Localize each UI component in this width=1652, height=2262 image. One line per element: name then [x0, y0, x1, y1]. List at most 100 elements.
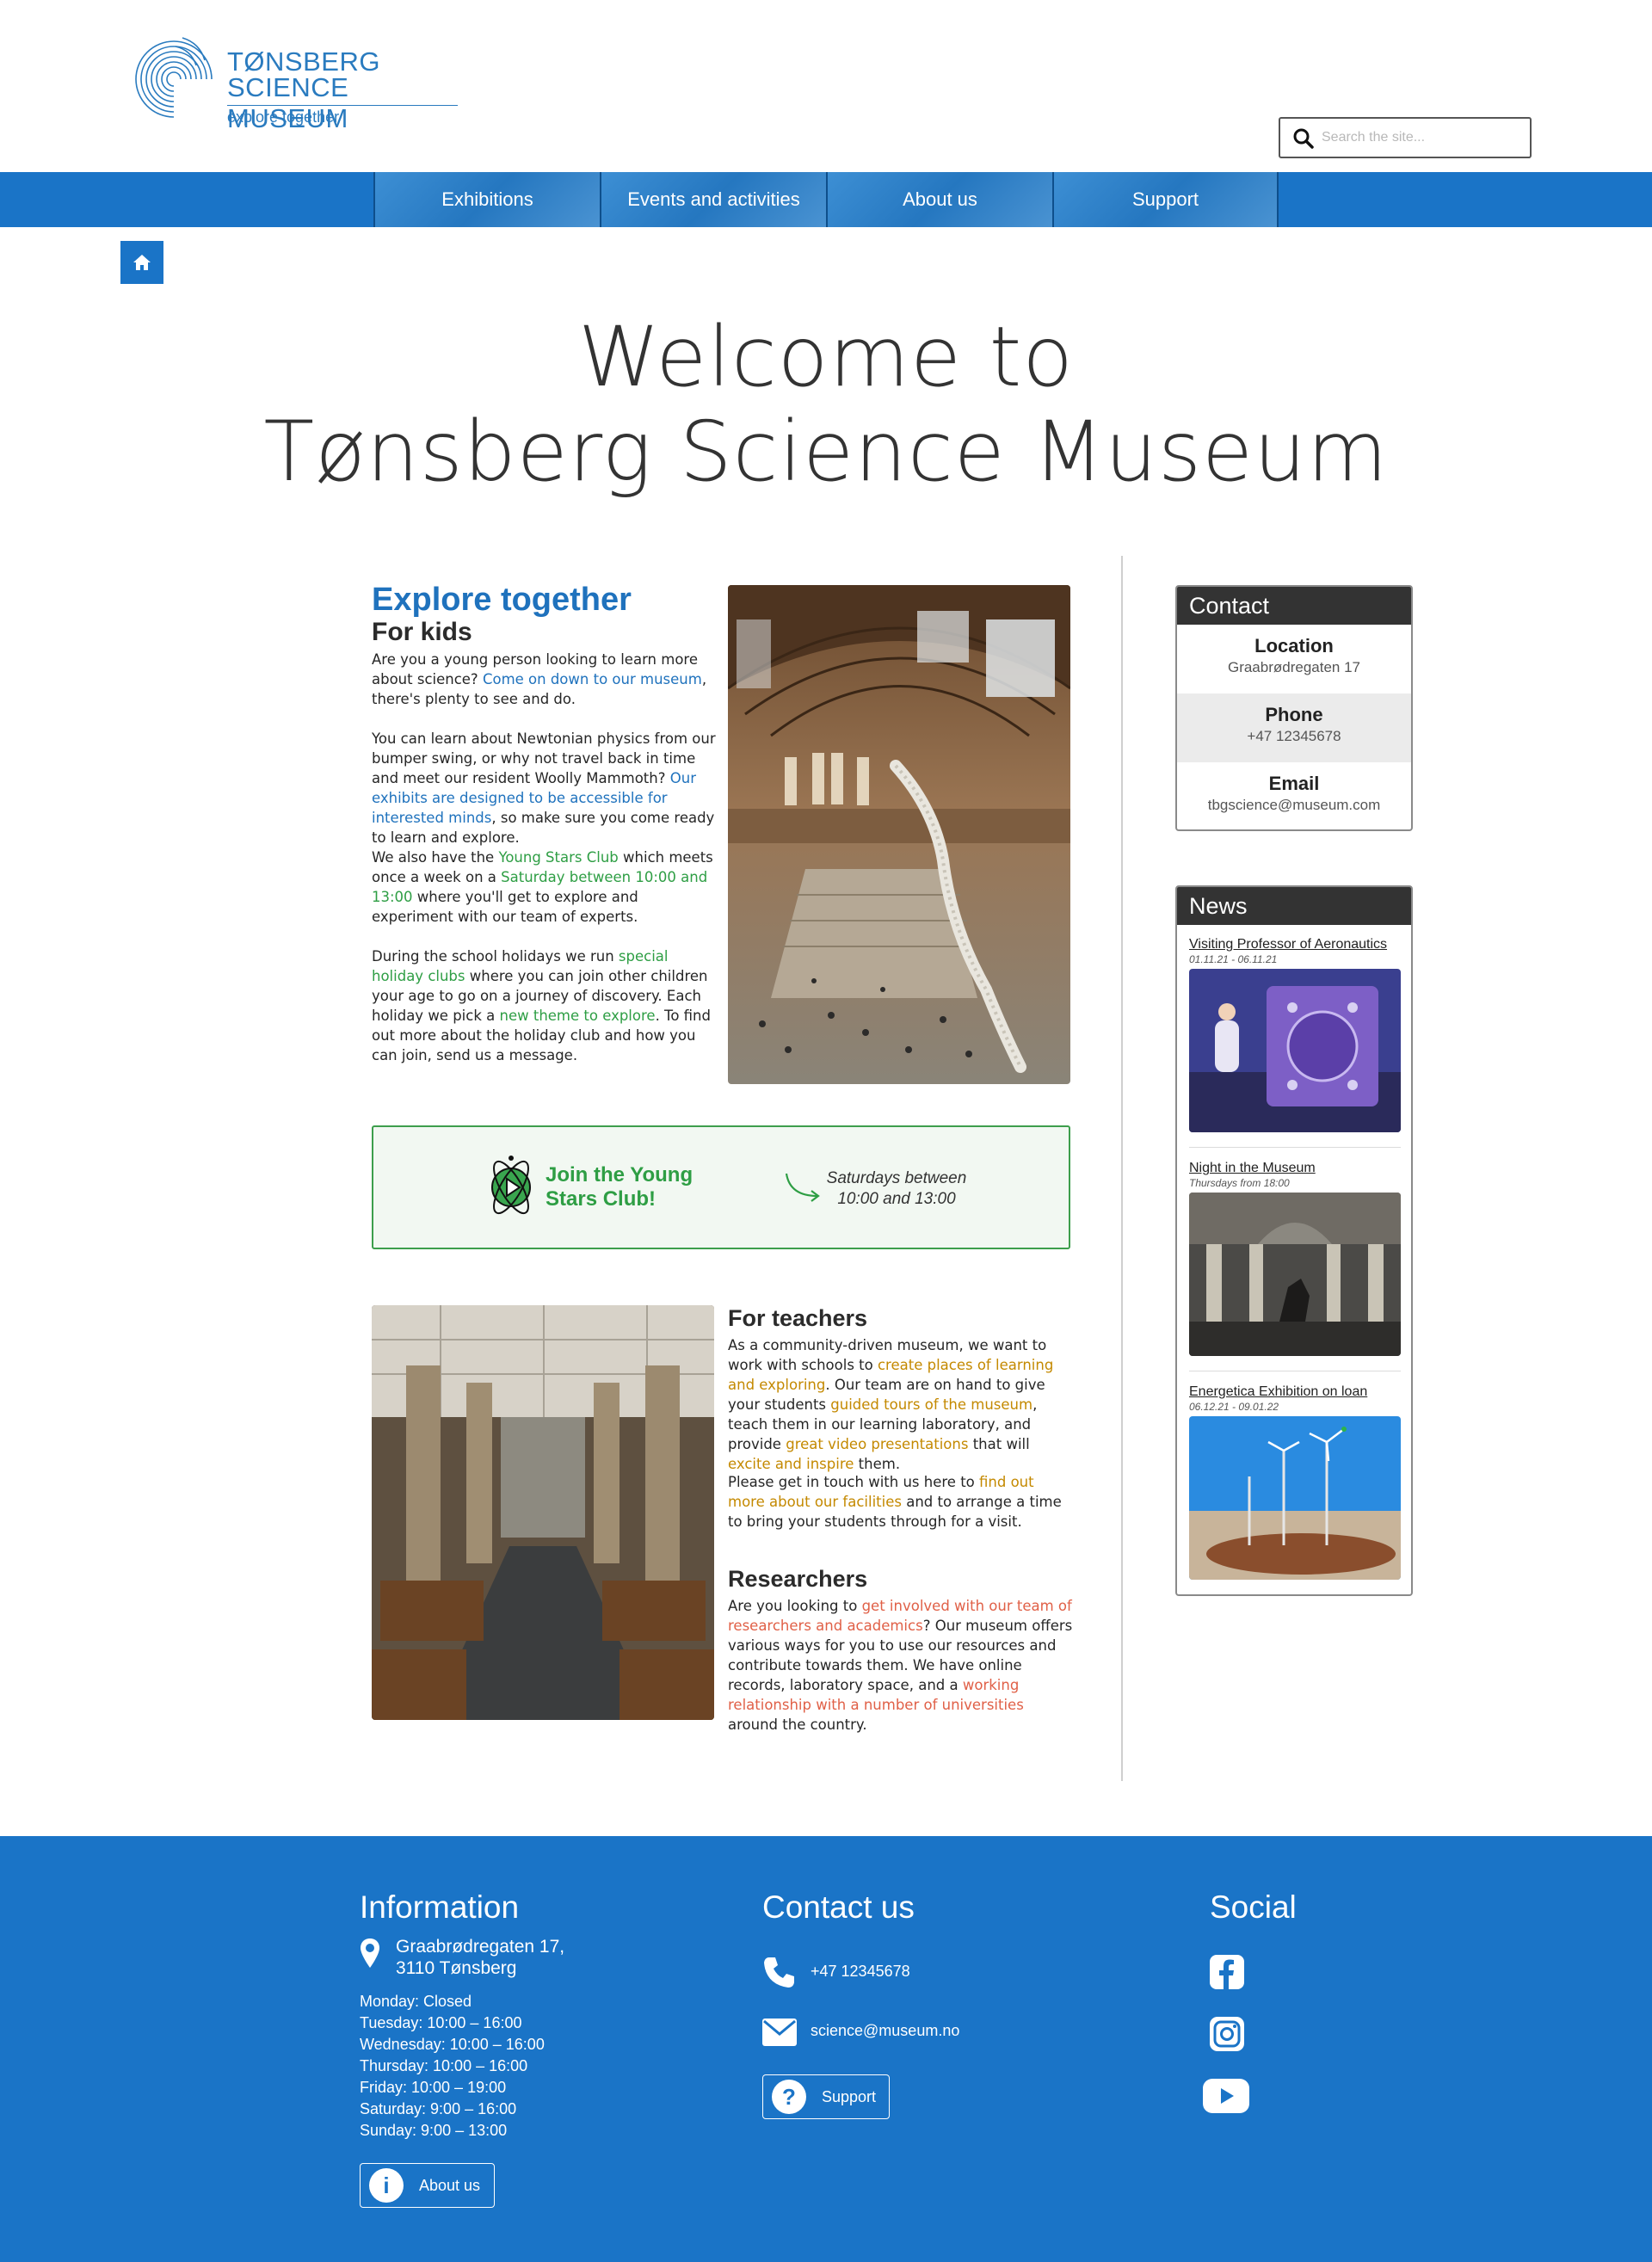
footer-info-heading: Information: [360, 1889, 520, 1925]
link-guided-tours[interactable]: guided tours of the museum: [830, 1396, 1032, 1413]
hours-row: Monday: Closed: [360, 1993, 472, 2010]
about-us-label: About us: [419, 2176, 481, 2194]
hours-row: Wednesday: 10:00 – 16:00: [360, 2036, 545, 2053]
nav-items: Exhibitions Events and activities About …: [373, 172, 1279, 227]
text: that will: [968, 1436, 1030, 1452]
text: During the school holidays we run: [372, 948, 619, 965]
news-panel-heading: News: [1177, 887, 1411, 925]
footer-social-heading: Social: [1210, 1889, 1297, 1925]
for-kids-heading: For kids: [372, 618, 472, 646]
explore-together-heading: Explore together: [372, 582, 632, 618]
contact-label: Phone: [1265, 704, 1323, 725]
support-label: Support: [822, 2087, 877, 2105]
teachers-paragraph-1: As a community-driven museum, we want to…: [728, 1335, 1072, 1474]
teachers-paragraph-2: Please get in touch with us here to find…: [728, 1472, 1072, 1532]
kids-paragraph-3: We also have the Young Stars Club which …: [372, 847, 723, 927]
search-input[interactable]: [1322, 126, 1525, 150]
page-title: Welcome to Tønsberg Science Museum: [0, 310, 1652, 499]
logo-spiral-icon: [135, 37, 213, 118]
hours-row: Sunday: 9:00 – 13:00: [360, 2122, 508, 2139]
contact-phone: Phone +47 12345678: [1177, 693, 1411, 762]
location-pin-icon: [361, 1938, 379, 1968]
news-item[interactable]: Night in the Museum Thursdays from 18:00: [1189, 1161, 1401, 1356]
stars-club-time: Saturdays between 10:00 and 13:00: [826, 1169, 967, 1208]
footer-email[interactable]: science@museum.no: [811, 2022, 959, 2040]
hours-row: Friday: 10:00 – 19:00: [360, 2079, 507, 2096]
hours-row: Thursday: 10:00 – 16:00: [360, 2057, 528, 2074]
text: Please get in touch with us here to: [728, 1474, 979, 1490]
news-date: 06.12.21 - 09.01.22: [1189, 1401, 1279, 1413]
text: You can learn about Newtonian physics fr…: [372, 730, 716, 786]
hours-row: Saturday: 9:00 – 16:00: [360, 2100, 517, 2117]
nav-item-events[interactable]: Events and activities: [600, 172, 826, 227]
phone-icon: [764, 1957, 794, 1988]
facebook-icon[interactable]: [1210, 1955, 1244, 1989]
museum-logo[interactable]: TØNSBERG SCIENCE MUSEUM explore together: [131, 31, 458, 133]
news-title[interactable]: Night in the Museum: [1189, 1161, 1401, 1176]
nav-item-support[interactable]: Support: [1052, 172, 1279, 227]
page-title-line-1: Welcome to: [577, 309, 1074, 405]
youtube-icon[interactable]: [1203, 2079, 1249, 2113]
support-button[interactable]: ? Support: [762, 2074, 890, 2119]
main-nav: Exhibitions Events and activities About …: [0, 172, 1652, 227]
instagram-icon[interactable]: [1210, 2017, 1244, 2051]
info-icon: i: [369, 2168, 404, 2203]
opening-hours: Monday: Closed Tuesday: 10:00 – 16:00 We…: [360, 1991, 545, 2142]
contact-panel-heading: Contact: [1177, 587, 1411, 625]
contact-panel: Contact Location Graabrødregaten 17 Phon…: [1175, 585, 1413, 831]
news-title[interactable]: Visiting Professor of Aeronautics: [1189, 937, 1401, 952]
news-item[interactable]: Visiting Professor of Aeronautics 01.11.…: [1189, 937, 1401, 1132]
link-new-theme[interactable]: new theme to explore: [500, 1008, 656, 1024]
atom-star-icon: [491, 1156, 531, 1215]
nav-item-exhibitions[interactable]: Exhibitions: [373, 172, 600, 227]
young-stars-club-banner[interactable]: Join the Young Stars Club! Saturdays bet…: [372, 1125, 1070, 1249]
text: Are you looking to: [728, 1598, 862, 1614]
museum-hall-photo: [728, 585, 1070, 1084]
news-image-night-museum[interactable]: [1189, 1193, 1401, 1356]
nav-item-about[interactable]: About us: [826, 172, 1052, 227]
envelope-icon: [762, 2019, 797, 2046]
footer-address-line-1: Graabrødregaten 17,: [396, 1937, 565, 1957]
researchers-heading: Researchers: [728, 1566, 868, 1592]
contact-label: Email: [1268, 773, 1320, 794]
news-image-aeronautics[interactable]: [1189, 969, 1401, 1132]
hours-row: Tuesday: 10:00 – 16:00: [360, 2014, 522, 2031]
home-icon: [133, 255, 151, 270]
home-button[interactable]: [120, 241, 163, 284]
news-image-energetica[interactable]: [1189, 1416, 1401, 1580]
footer-contact-heading: Contact us: [762, 1889, 915, 1925]
contact-email: Email tbgscience@museum.com: [1177, 762, 1411, 829]
about-us-button[interactable]: i About us: [360, 2163, 495, 2208]
search-box[interactable]: [1279, 117, 1532, 158]
news-separator: [1189, 1147, 1401, 1148]
column-divider: [1121, 556, 1123, 1781]
text: around the country.: [728, 1717, 867, 1733]
contact-value: Graabrødregaten 17: [1227, 659, 1361, 675]
site-header: TØNSBERG SCIENCE MUSEUM explore together: [0, 0, 1652, 172]
researchers-paragraph: Are you looking to get involved with our…: [728, 1596, 1076, 1735]
search-icon[interactable]: [1292, 127, 1315, 150]
kids-paragraph-1: Are you a young person looking to learn …: [372, 650, 716, 709]
stars-club-title: Join the Young Stars Club!: [546, 1163, 693, 1211]
contact-value[interactable]: +47 12345678: [1177, 728, 1411, 745]
footer-phone[interactable]: +47 12345678: [811, 1963, 910, 1981]
news-date: 01.11.21 - 06.11.21: [1189, 953, 1278, 965]
page-title-line-2: Tønsberg Science Museum: [263, 404, 1389, 500]
news-item[interactable]: Energetica Exhibition on loan 06.12.21 -…: [1189, 1384, 1401, 1580]
text: them.: [854, 1456, 901, 1472]
library-gallery-photo: [372, 1305, 714, 1720]
question-icon: ?: [772, 2080, 806, 2114]
text: We also have the: [372, 849, 499, 866]
contact-value[interactable]: tbgscience@museum.com: [1177, 797, 1411, 814]
news-title[interactable]: Energetica Exhibition on loan: [1189, 1384, 1401, 1400]
link-come-to-museum[interactable]: Come on down to our museum: [483, 671, 702, 687]
for-teachers-heading: For teachers: [728, 1305, 868, 1331]
footer-address: Graabrødregaten 17, 3110 Tønsberg: [396, 1936, 564, 1979]
footer-address-line-2: 3110 Tønsberg: [396, 1958, 517, 1978]
site-footer: Information Graabrødregaten 17, 3110 Tøn…: [0, 1836, 1652, 2262]
link-young-stars-club[interactable]: Young Stars Club: [498, 849, 618, 866]
news-panel: News Visiting Professor of Aeronautics 0…: [1175, 885, 1413, 1596]
link-excite-inspire[interactable]: excite and inspire: [728, 1456, 854, 1472]
link-video-presentations[interactable]: great video presentations: [786, 1436, 968, 1452]
kids-paragraph-2: You can learn about Newtonian physics fr…: [372, 729, 721, 847]
